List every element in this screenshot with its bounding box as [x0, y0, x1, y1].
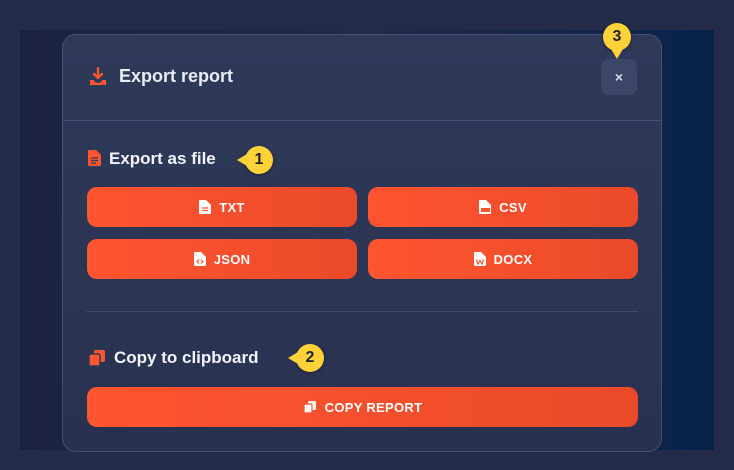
- file-icon: [88, 150, 101, 166]
- file-word-icon: [473, 252, 486, 266]
- callout-3: 3: [603, 23, 631, 59]
- export-docx-button[interactable]: DOCX: [368, 239, 638, 279]
- close-button[interactable]: ×: [601, 59, 637, 95]
- export-csv-label: CSV: [499, 199, 527, 215]
- copy-report-label: COPY REPORT: [324, 399, 423, 415]
- export-csv-button[interactable]: CSV: [368, 187, 638, 227]
- export-txt-label: TXT: [219, 199, 245, 215]
- modal-title: Export report: [119, 66, 234, 86]
- file-csv-icon: [479, 200, 492, 214]
- export-json-button[interactable]: JSON: [87, 239, 357, 279]
- section-divider: [86, 311, 638, 312]
- callout-1: 1: [237, 146, 273, 174]
- modal-header: Export report ×: [63, 35, 661, 121]
- export-json-label: JSON: [213, 251, 251, 267]
- export-txt-button[interactable]: TXT: [87, 187, 357, 227]
- export-modal: Export report × Export as file TXT CSV J…: [62, 34, 662, 452]
- copy-report-button[interactable]: COPY REPORT: [87, 387, 638, 427]
- export-file-title: Export as file: [109, 149, 216, 168]
- clipboard-title: Copy to clipboard: [114, 348, 259, 367]
- download-icon: [90, 67, 106, 85]
- file-code-icon: [193, 252, 206, 266]
- file-text-icon: [199, 200, 212, 214]
- copy-icon: [303, 401, 316, 414]
- callout-2: 2: [288, 344, 324, 372]
- copy-icon: [88, 350, 105, 367]
- export-docx-label: DOCX: [493, 251, 533, 267]
